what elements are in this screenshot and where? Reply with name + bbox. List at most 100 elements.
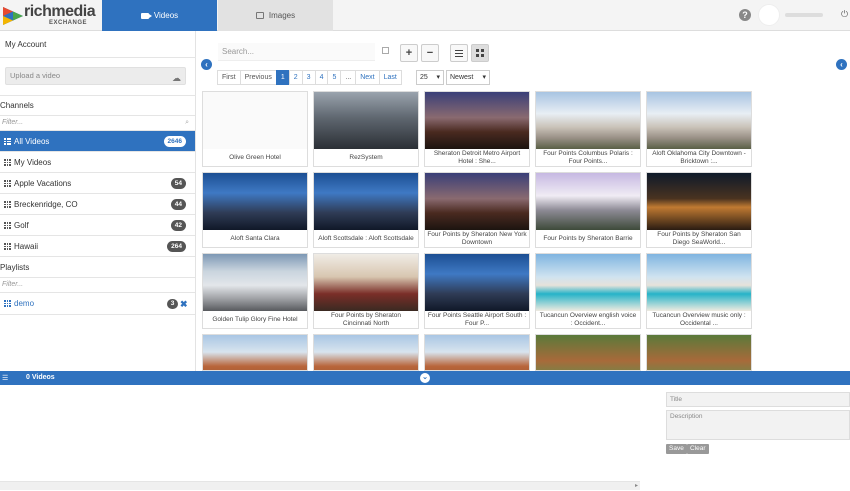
video-thumbnail[interactable] <box>425 92 529 149</box>
zoom-in-button[interactable]: + <box>400 44 418 62</box>
video-card[interactable]: Four Points Seattle Airport South : Four… <box>424 253 530 329</box>
page-first[interactable]: First <box>217 70 241 85</box>
video-thumbnail[interactable] <box>425 173 529 230</box>
video-thumbnail[interactable] <box>647 335 751 370</box>
list-view-button[interactable] <box>450 44 468 62</box>
video-card[interactable]: Sheraton Detroit Metro Airport Hotel : S… <box>424 91 530 167</box>
expand-panel-icon[interactable]: ‹ <box>836 59 847 70</box>
video-thumbnail[interactable] <box>314 335 418 370</box>
list-icon <box>455 50 463 57</box>
chevron-down-icon[interactable]: ⌄ <box>420 373 430 383</box>
page-5[interactable]: 5 <box>327 70 342 85</box>
per-page-select[interactable]: 25 <box>416 70 444 85</box>
search-icon: ⌕ <box>185 119 189 126</box>
video-thumbnail[interactable] <box>536 173 640 230</box>
video-thumbnail[interactable] <box>647 173 751 230</box>
video-card[interactable]: Tucancun Overview music only : Occidenta… <box>646 253 752 329</box>
page-previous[interactable]: Previous <box>239 70 277 85</box>
video-thumbnail[interactable] <box>203 335 307 370</box>
video-card[interactable]: Aloft Santa Clara <box>202 172 308 248</box>
video-thumbnail[interactable] <box>314 254 418 311</box>
channel-count-badge: 2646 <box>163 136 186 147</box>
page-1[interactable]: 1 <box>275 70 290 85</box>
video-thumbnail[interactable] <box>647 92 751 149</box>
grid-icon <box>4 200 11 208</box>
sort-select[interactable]: Newest <box>446 70 490 85</box>
image-icon <box>255 12 264 19</box>
channel-label: Breckenridge, CO <box>14 199 78 209</box>
channel-item-all-videos[interactable]: All Videos 2646 <box>0 131 195 152</box>
video-card[interactable] <box>535 334 641 371</box>
select-all-checkbox[interactable] <box>382 47 389 54</box>
channels-filter-input[interactable]: Filter... ⌕ <box>0 115 195 131</box>
video-card[interactable]: Four Points by Sheraton San Diego SeaWor… <box>646 172 752 248</box>
channel-item-hawaii[interactable]: Hawaii 264 <box>0 236 195 257</box>
channel-count-badge: 42 <box>170 220 186 231</box>
video-title: Four Points by Sheraton New York Downtow… <box>427 231 527 246</box>
tab-videos[interactable]: Videos <box>102 0 217 31</box>
scroll-right-icon[interactable]: ▸ <box>635 482 638 489</box>
zoom-out-button[interactable]: − <box>421 44 439 62</box>
video-card[interactable]: Tucancun Overview english voice : Occide… <box>535 253 641 329</box>
page-3[interactable]: 3 <box>301 70 316 85</box>
video-thumbnail[interactable] <box>203 173 307 230</box>
channel-item-breckenridge[interactable]: Breckenridge, CO 44 <box>0 194 195 215</box>
video-thumbnail[interactable] <box>203 254 307 311</box>
remove-playlist-icon[interactable]: ✖ <box>180 293 188 315</box>
video-thumbnail[interactable] <box>203 92 307 149</box>
page-last[interactable]: Last <box>378 70 402 85</box>
video-thumbnail[interactable] <box>314 173 418 230</box>
collapse-sidebar-icon[interactable]: ‹ <box>201 59 212 70</box>
video-thumbnail[interactable] <box>536 254 640 311</box>
channel-item-my-videos[interactable]: My Videos <box>0 152 195 173</box>
video-card[interactable] <box>202 334 308 371</box>
video-card[interactable]: Aloft Scottsdale : Aloft Scottsdale <box>313 172 419 248</box>
horizontal-scrollbar[interactable]: ▸ <box>0 481 640 490</box>
video-thumbnail[interactable] <box>425 254 529 311</box>
upload-section: Upload a video ☁ <box>0 58 196 96</box>
grid-view-button[interactable] <box>471 44 489 62</box>
video-card[interactable] <box>424 334 530 371</box>
tab-images[interactable]: Images <box>218 0 333 31</box>
video-thumbnail[interactable] <box>536 335 640 370</box>
video-card[interactable]: Golden Tulip Glory Fine Hotel <box>202 253 308 329</box>
clear-button[interactable]: Clear <box>687 444 709 454</box>
video-thumbnail[interactable] <box>314 92 418 149</box>
search-input[interactable]: Search... <box>218 43 375 61</box>
video-card[interactable]: Aloft Oklahoma City Downtown - Bricktown… <box>646 91 752 167</box>
video-card[interactable] <box>313 334 419 371</box>
sidebar: My Account Upload a video ☁ Channels Fil… <box>0 31 196 371</box>
video-card[interactable]: RezSystem <box>313 91 419 167</box>
playlist-item-demo[interactable]: demo 3 ✖ <box>0 293 195 315</box>
video-thumbnail[interactable] <box>425 335 529 370</box>
page-4[interactable]: 4 <box>314 70 329 85</box>
video-card[interactable]: Olive Green Hotel <box>202 91 308 167</box>
menu-icon[interactable]: ☰ <box>2 374 8 382</box>
title-input[interactable]: Title <box>666 392 850 407</box>
cloud-upload-icon[interactable]: ☁ <box>172 70 181 86</box>
video-card[interactable]: Four Points by Sheraton Cincinnati North <box>313 253 419 329</box>
playlists-filter-input[interactable]: Filter... <box>0 277 195 293</box>
username[interactable] <box>785 13 823 17</box>
page-next[interactable]: Next <box>355 70 380 85</box>
playlists-filter-placeholder: Filter... <box>2 281 24 288</box>
avatar[interactable] <box>758 4 780 26</box>
my-account-link[interactable]: My Account <box>0 31 196 58</box>
video-card[interactable]: Four Points by Sheraton Barrie <box>535 172 641 248</box>
channel-item-apple-vacations[interactable]: Apple Vacations 54 <box>0 173 195 194</box>
video-thumbnail[interactable] <box>536 92 640 149</box>
video-card[interactable] <box>646 334 752 371</box>
channel-item-golf[interactable]: Golf 42 <box>0 215 195 236</box>
page-2[interactable]: 2 <box>288 70 303 85</box>
logo[interactable]: richmedia EXCHANGE <box>2 3 97 29</box>
description-input[interactable]: Description <box>666 410 850 440</box>
video-card[interactable]: Four Points Columbus Polaris : Four Poin… <box>535 91 641 167</box>
power-icon[interactable]: ⏻ <box>841 9 848 20</box>
video-card[interactable]: Four Points by Sheraton New York Downtow… <box>424 172 530 248</box>
help-icon[interactable]: ? <box>739 9 751 21</box>
video-title: Tucancun Overview music only : Occidenta… <box>652 312 746 327</box>
upload-input[interactable]: Upload a video ☁ <box>5 67 186 85</box>
save-button[interactable]: Save <box>666 444 687 454</box>
pagination: First Previous 1 2 3 4 5 ... Next Last <box>217 70 402 85</box>
video-thumbnail[interactable] <box>647 254 751 311</box>
